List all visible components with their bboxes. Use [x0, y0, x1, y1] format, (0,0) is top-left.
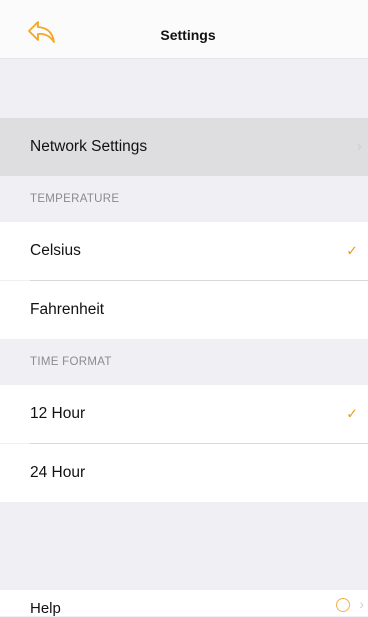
time-format-section-header: TIME FORMAT — [0, 339, 368, 385]
fahrenheit-label: Fahrenheit — [30, 301, 105, 318]
top-spacer — [0, 59, 368, 118]
celsius-label: Celsius — [30, 242, 81, 259]
checkmark-icon: ✓ — [346, 405, 358, 422]
network-settings-label: Network Settings — [30, 138, 148, 155]
celsius-row[interactable]: Celsius ✓ — [0, 222, 368, 280]
time-format-header-label: TIME FORMAT — [30, 356, 112, 368]
page-title: Settings — [160, 27, 216, 43]
temperature-section-header: TEMPERATURE — [0, 176, 368, 222]
24-hour-label: 24 Hour — [30, 464, 86, 481]
info-icon[interactable] — [336, 598, 350, 612]
12-hour-row[interactable]: 12 Hour ✓ — [0, 385, 368, 443]
24-hour-row[interactable]: 24 Hour — [0, 444, 368, 502]
checkmark-icon: ✓ — [346, 242, 358, 259]
chevron-right-icon: › — [359, 596, 364, 612]
network-settings-row[interactable]: Network Settings › — [0, 118, 368, 176]
navigation-bar: Settings — [0, 0, 368, 59]
temperature-header-label: TEMPERATURE — [30, 193, 120, 205]
12-hour-label: 12 Hour — [30, 405, 86, 422]
help-label: Help — [30, 600, 61, 617]
chevron-right-icon: › — [356, 138, 362, 155]
fahrenheit-row[interactable]: Fahrenheit — [0, 281, 368, 339]
help-row[interactable]: Help › — [0, 590, 368, 617]
